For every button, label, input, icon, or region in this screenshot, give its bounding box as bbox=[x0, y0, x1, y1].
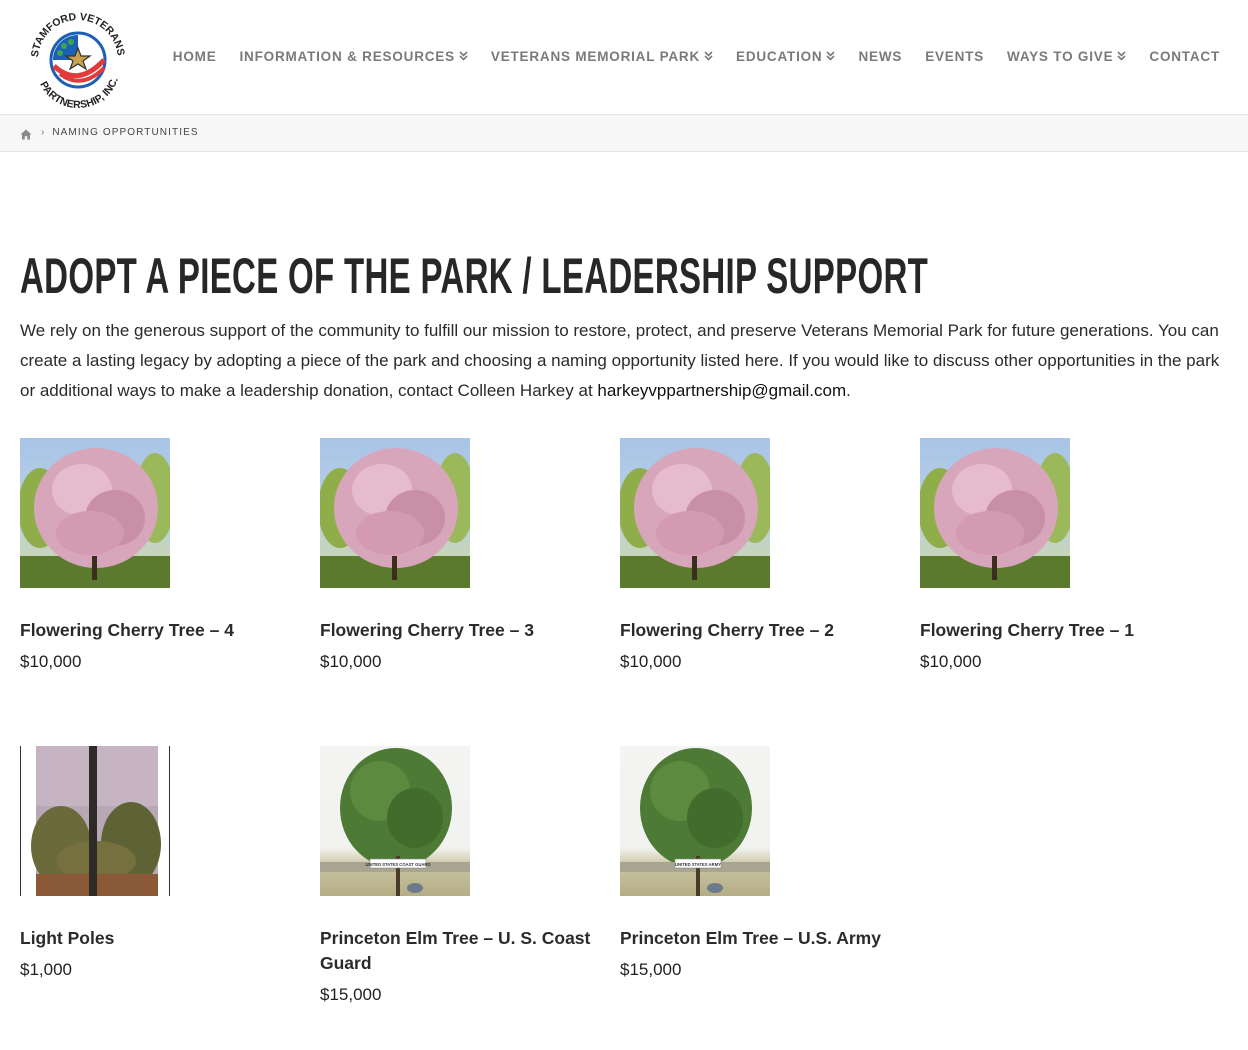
nav-label: WAYS TO GIVE bbox=[1007, 48, 1114, 64]
product-card: UNITED STATES ARMY Princeton Elm Tree – … bbox=[620, 746, 900, 980]
page-title: ADOPT A PIECE OF THE PARK / LEADERSHIP S… bbox=[20, 248, 929, 304]
product-card: Flowering Cherry Tree – 2 $10,000 bbox=[620, 438, 900, 672]
product-card: Flowering Cherry Tree – 4 $10,000 bbox=[20, 438, 300, 672]
nav-information-resources[interactable]: INFORMATION & RESOURCES bbox=[240, 46, 468, 66]
nav-home[interactable]: HOME bbox=[173, 46, 217, 66]
breadcrumb-current: NAMING OPPORTUNITIES bbox=[52, 127, 199, 138]
product-card: Flowering Cherry Tree – 3 $10,000 bbox=[320, 438, 600, 672]
nav-label: NEWS bbox=[858, 48, 903, 64]
double-chevron-down-icon bbox=[704, 51, 713, 61]
cherry-tree-image[interactable] bbox=[20, 438, 170, 588]
main-nav: HOME INFORMATION & RESOURCES VETERANS ME… bbox=[150, 46, 1220, 66]
chevron-right-icon: › bbox=[41, 127, 45, 138]
double-chevron-down-icon bbox=[1117, 51, 1126, 61]
product-title[interactable]: Princeton Elm Tree – U. S. Coast Guard bbox=[320, 926, 600, 976]
double-chevron-down-icon bbox=[826, 51, 836, 61]
nav-news[interactable]: NEWS bbox=[858, 46, 902, 66]
product-card: Flowering Cherry Tree – 1 $10,000 bbox=[920, 438, 1200, 672]
intro-paragraph: We rely on the generous support of the c… bbox=[20, 316, 1230, 406]
elm-tree-image[interactable]: UNITED STATES COAST GUARD bbox=[320, 746, 470, 896]
elm-tree-image[interactable]: UNITED STATES ARMY bbox=[620, 746, 770, 896]
nav-label: EDUCATION bbox=[736, 48, 823, 64]
site-logo[interactable]: STAMFORD VETERANS PARK PARTNERSHIP, INC. bbox=[20, 0, 130, 111]
product-price: $15,000 bbox=[320, 985, 382, 1004]
product-title[interactable]: Flowering Cherry Tree – 2 bbox=[620, 618, 900, 643]
product-title[interactable]: Flowering Cherry Tree – 3 bbox=[320, 618, 600, 643]
nav-label: CONTACT bbox=[1149, 48, 1220, 64]
nav-contact[interactable]: CONTACT bbox=[1149, 46, 1220, 66]
product-price: $15,000 bbox=[620, 960, 682, 979]
product-title[interactable]: Flowering Cherry Tree – 1 bbox=[920, 618, 1200, 643]
home-icon[interactable] bbox=[20, 127, 32, 140]
svg-text:UNITED STATES COAST GUARD: UNITED STATES COAST GUARD bbox=[366, 862, 431, 867]
product-card: Light Poles $1,000 bbox=[20, 746, 300, 980]
nav-label: VETERANS MEMORIAL PARK bbox=[490, 48, 701, 64]
breadcrumb: › NAMING OPPORTUNITIES bbox=[0, 115, 1248, 152]
intro-end: . bbox=[846, 381, 851, 400]
cherry-tree-image[interactable] bbox=[320, 438, 470, 588]
double-chevron-down-icon bbox=[459, 51, 468, 61]
product-price: $10,000 bbox=[320, 652, 382, 671]
nav-label: INFORMATION & RESOURCES bbox=[239, 48, 455, 64]
product-price: $10,000 bbox=[20, 652, 82, 671]
cherry-tree-image[interactable] bbox=[920, 438, 1070, 588]
product-title[interactable]: Princeton Elm Tree – U.S. Army bbox=[620, 926, 900, 951]
nav-education[interactable]: EDUCATION bbox=[736, 46, 836, 66]
product-title[interactable]: Flowering Cherry Tree – 4 bbox=[20, 618, 300, 643]
svg-text:UNITED STATES ARMY: UNITED STATES ARMY bbox=[675, 862, 721, 867]
product-title[interactable]: Light Poles bbox=[20, 926, 300, 951]
product-price: $10,000 bbox=[620, 652, 682, 671]
light-pole-image[interactable] bbox=[20, 746, 170, 896]
nav-label: EVENTS bbox=[925, 48, 985, 64]
product-price: $1,000 bbox=[20, 960, 72, 979]
nav-veterans-memorial-park[interactable]: VETERANS MEMORIAL PARK bbox=[491, 46, 713, 66]
cherry-tree-image[interactable] bbox=[620, 438, 770, 588]
nav-label: HOME bbox=[172, 48, 217, 64]
nav-ways-to-give[interactable]: WAYS TO GIVE bbox=[1007, 46, 1126, 66]
nav-events[interactable]: EVENTS bbox=[925, 46, 984, 66]
product-price: $10,000 bbox=[920, 652, 982, 671]
contact-email-link[interactable]: harkeyvppartnership@gmail.com bbox=[597, 381, 846, 400]
product-card: UNITED STATES COAST GUARD Princeton Elm … bbox=[320, 746, 600, 1005]
logo-graphic: STAMFORD VETERANS PARK PARTNERSHIP, INC. bbox=[20, 0, 127, 111]
site-header: STAMFORD VETERANS PARK PARTNERSHIP, INC.… bbox=[0, 0, 1248, 115]
